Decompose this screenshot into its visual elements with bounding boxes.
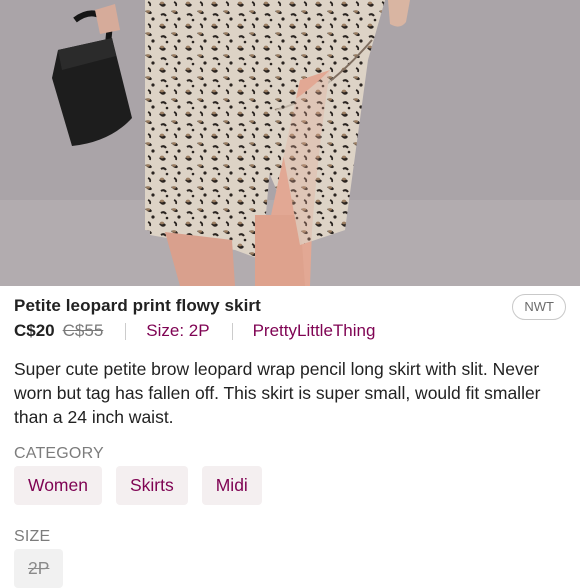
divider (125, 322, 127, 340)
category-chip-women[interactable]: Women (14, 466, 102, 505)
listing-description: Super cute petite brow leopard wrap penc… (14, 359, 541, 427)
category-chip-skirts[interactable]: Skirts (115, 466, 188, 505)
divider (231, 322, 233, 340)
listing-details: Petite leopard print flowy skirt NWT C$2… (0, 286, 580, 588)
size-heading: SIZE (14, 528, 51, 545)
category-chip-midi[interactable]: Midi (201, 466, 262, 505)
brand-link[interactable]: PrettyLittleThing (253, 321, 376, 341)
title-row: Petite leopard print flowy skirt (14, 296, 566, 318)
original-price: C$55 (62, 321, 104, 340)
size-link[interactable]: Size: 2P (146, 321, 209, 341)
condition-badge: NWT (512, 294, 566, 320)
listing-title: Petite leopard print flowy skirt (14, 296, 261, 315)
product-photo-illustration (0, 0, 580, 286)
category-chips: Women Skirts Midi (14, 466, 262, 505)
product-photo[interactable] (0, 0, 580, 286)
price-row: C$20 C$55 Size: 2P PrettyLittleThing (14, 320, 375, 342)
category-heading: CATEGORY (14, 445, 104, 462)
current-price: C$20 (14, 321, 55, 340)
size-chip[interactable]: 2P (14, 549, 64, 588)
